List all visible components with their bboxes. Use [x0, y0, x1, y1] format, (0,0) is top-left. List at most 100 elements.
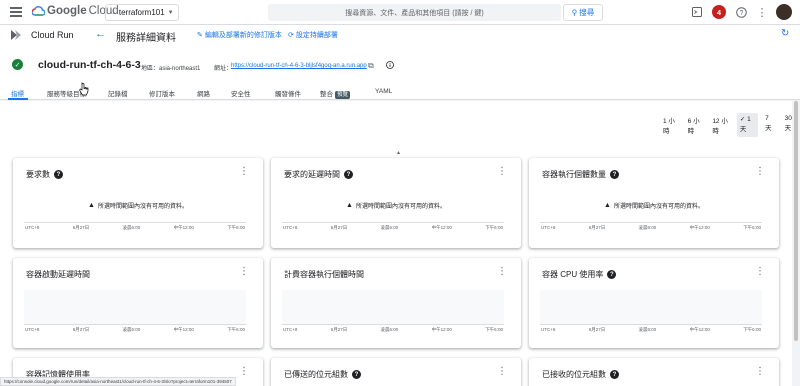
- no-data-text: 所選時間範圍內沒有可用的資料。: [355, 204, 446, 210]
- x-axis: [24, 222, 246, 223]
- range-1h[interactable]: 1 小時: [660, 113, 681, 137]
- card-title-label: 已傳送的位元組數: [284, 370, 348, 379]
- back-arrow-icon[interactable]: ←: [95, 28, 106, 40]
- search-button[interactable]: ⚲ 搜尋: [563, 4, 603, 21]
- notifications-badge[interactable]: 4: [712, 5, 726, 19]
- cloud-shell-icon[interactable]: [690, 5, 704, 19]
- tick: 凌晨6:00: [380, 327, 399, 332]
- card-title: 已接收的位元組數?: [542, 369, 619, 380]
- card-title-label: 已接收的位元組數: [542, 370, 606, 379]
- tab-networking[interactable]: 網路: [197, 88, 210, 98]
- range-7d[interactable]: 7 天: [762, 113, 777, 137]
- tick: 中午12:00: [173, 225, 194, 230]
- more-vert-icon[interactable]: ⋮: [497, 367, 507, 377]
- product-name: Cloud Run: [31, 30, 74, 40]
- help-icon[interactable]: ?: [344, 170, 353, 179]
- more-vert-icon[interactable]: ⋮: [497, 167, 507, 177]
- x-axis-ticks: UTC+8 6月27日 凌晨6:00 中午12:00 下午6:00: [25, 327, 245, 333]
- metric-card-instance-count: 容器執行個體數量? ⋮ ▲ 所選時間範圍內沒有可用的資料。 UTC+8 6月27日 凌…: [529, 158, 779, 248]
- svg-text:?: ?: [739, 10, 743, 17]
- plot-area: [24, 290, 246, 324]
- card-title-label: 要求的延遲時間: [284, 170, 340, 179]
- plot-area: [282, 290, 504, 324]
- metric-card-sent-bytes: 已傳送的位元組數? ⋮: [271, 358, 521, 386]
- help-icon[interactable]: ?: [54, 170, 63, 179]
- chevron-down-icon: ▼: [167, 9, 174, 16]
- more-vert-icon[interactable]: ⋮: [239, 267, 249, 277]
- more-vert-icon[interactable]: ⋮: [755, 167, 765, 177]
- tick: UTC+8: [541, 327, 556, 332]
- tick: 下午6:00: [743, 327, 761, 332]
- logo-google-text: Google: [47, 5, 87, 17]
- card-title: 已傳送的位元組數?: [284, 369, 361, 380]
- project-selector[interactable]: ⁘ terraform101 ▼: [105, 4, 179, 21]
- edit-deploy-link[interactable]: ✎ 編輯及部署新的修訂版本: [197, 30, 282, 40]
- pencil-icon: ✎: [197, 32, 203, 39]
- metric-card-startup-latency: 容器啟動延遲時間 ⋮ UTC+8 6月27日 凌晨6:00 中午12:00 下午6:00: [13, 258, 263, 348]
- mouse-cursor-icon: [79, 82, 89, 101]
- tick: 凌晨6:00: [122, 225, 141, 230]
- scrollbar[interactable]: [792, 101, 800, 386]
- card-title: 容器啟動延遲時間: [26, 269, 90, 280]
- status-bar-url: https://console.cloud.google.com/run/det…: [0, 377, 236, 386]
- scrollbar-thumb[interactable]: [794, 101, 798, 341]
- tab-triggers[interactable]: 觸發條件: [275, 88, 301, 98]
- avatar[interactable]: [776, 4, 792, 20]
- metric-card-request-latency: 要求的延遲時間? ⋮ ▲ 所選時間範圍內沒有可用的資料。 UTC+8 6月27日 凌晨…: [271, 158, 521, 248]
- help-icon[interactable]: ?: [610, 170, 619, 179]
- card-title: 容器 CPU 使用率?: [542, 269, 617, 280]
- more-vert-icon[interactable]: ⋮: [497, 267, 507, 277]
- tab-logs[interactable]: 記錄檔: [108, 88, 128, 98]
- no-data-text: 所選時間範圍內沒有可用的資料。: [613, 204, 704, 210]
- tick: 下午6:00: [485, 327, 503, 332]
- continuous-deploy-link[interactable]: ⟳ 設定持續部署: [288, 30, 338, 40]
- range-12h[interactable]: 12 小時: [709, 113, 733, 137]
- tick: UTC+8: [283, 327, 298, 332]
- metric-card-billable-instance-time: 計費容器執行個體時間 ⋮ UTC+8 6月27日 凌晨6:00 中午12:00 下午6:…: [271, 258, 521, 348]
- copy-icon[interactable]: ⧉: [368, 61, 374, 71]
- refresh-icon[interactable]: ↻: [781, 28, 789, 39]
- card-title: 計費容器執行個體時間: [284, 269, 364, 280]
- more-vert-icon[interactable]: ⋮: [239, 167, 249, 177]
- tab-revisions[interactable]: 修訂版本: [149, 88, 175, 98]
- help-icon[interactable]: ?: [734, 5, 748, 19]
- search-icon: ⚲: [571, 8, 578, 17]
- x-axis-ticks: UTC+8 6月27日 凌晨6:00 中午12:00 下午6:00: [283, 225, 503, 231]
- range-1d[interactable]: ✓ 1 天: [736, 113, 759, 137]
- warning-icon: ▲: [604, 202, 611, 209]
- tab-metrics[interactable]: 指標: [11, 88, 24, 98]
- more-vert-icon[interactable]: ⋮: [755, 267, 765, 277]
- info-icon[interactable]: [386, 61, 394, 71]
- help-icon[interactable]: ?: [607, 270, 617, 279]
- tick: 凌晨6:00: [380, 225, 399, 230]
- more-vert-icon[interactable]: ⋮: [755, 5, 769, 19]
- no-data-text: 所選時間範圍內沒有可用的資料。: [97, 204, 188, 210]
- more-vert-icon[interactable]: ⋮: [239, 367, 249, 377]
- tab-bar: 指標 服務等級目標 記錄檔 修訂版本 網路 安全性 觸發條件 整合 預覽 YAML: [0, 82, 800, 101]
- card-title: 要求的延遲時間?: [284, 169, 353, 180]
- warning-icon: ▲: [88, 202, 95, 209]
- region-info: 地區：asia-northeast1: [141, 63, 200, 72]
- card-title-label: 計費容器執行個體時間: [284, 270, 364, 279]
- top-bar: Google Cloud ⁘ terraform101 ▼ 搜尋資源、文件、產品…: [0, 0, 800, 25]
- tab-yaml[interactable]: YAML: [375, 88, 392, 95]
- more-vert-icon[interactable]: ⋮: [755, 367, 765, 377]
- region-value: asia-northeast1: [159, 66, 201, 72]
- help-icon[interactable]: ?: [610, 370, 619, 379]
- region-label: 地區：: [141, 66, 160, 72]
- hamburger-menu-icon[interactable]: [10, 7, 22, 17]
- tab-integrations[interactable]: 整合 預覽: [320, 88, 351, 99]
- cloud-logo-icon: [32, 6, 45, 16]
- collapse-handle-icon[interactable]: ▴: [397, 149, 400, 156]
- search-input[interactable]: 搜尋資源、文件、產品和其他項目 (請按 / 鍵): [268, 4, 561, 21]
- help-icon[interactable]: ?: [352, 370, 361, 379]
- service-url-link[interactable]: https://cloud-run-tf-ch-4-6-3-bljlsf4goq…: [231, 63, 367, 69]
- tick: 下午6:00: [227, 327, 245, 332]
- no-data-message: ▲ 所選時間範圍內沒有可用的資料。: [271, 201, 521, 210]
- product-header: Cloud Run ← 服務詳細資料 ✎ 編輯及部署新的修訂版本 ⟳ 設定持續部…: [0, 25, 800, 46]
- card-title-label: 容器 CPU 使用率: [542, 270, 604, 279]
- range-6h[interactable]: 6 小時: [685, 113, 706, 137]
- tab-security[interactable]: 安全性: [231, 88, 251, 98]
- x-axis-ticks: UTC+8 6月27日 凌晨6:00 中午12:00 下午6:00: [283, 327, 503, 333]
- tick: 6月27日: [588, 225, 606, 230]
